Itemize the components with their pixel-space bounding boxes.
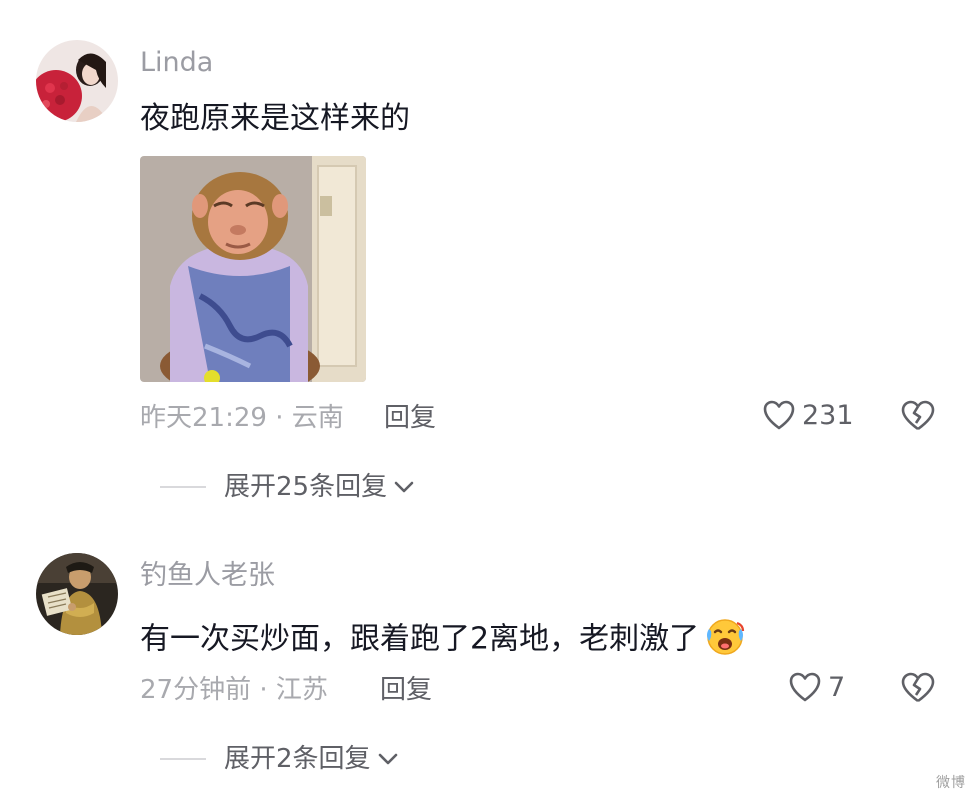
divider (160, 486, 206, 488)
comment-time: 27分钟前 (140, 675, 252, 705)
reply-button[interactable]: 回复 (380, 677, 432, 703)
comment-image[interactable] (140, 156, 366, 382)
like-button[interactable]: 7 (788, 671, 845, 703)
dislike-button[interactable] (900, 671, 936, 709)
expand-replies-label: 展开25条回复 (224, 472, 388, 502)
avatar[interactable] (36, 40, 118, 122)
comment-time: 昨天21:29 (140, 403, 267, 433)
expand-replies-label: 展开2条回复 (224, 744, 371, 774)
expand-replies-button[interactable]: 展开2条回复 (160, 746, 399, 772)
chevron-down-icon (378, 753, 397, 765)
dislike-button[interactable] (900, 399, 936, 437)
expand-replies-button[interactable]: 展开25条回复 (160, 474, 415, 500)
heart-outline-icon (789, 672, 821, 702)
broken-heart-icon (901, 400, 935, 431)
comment-location: 江苏 (275, 675, 328, 705)
meta-separator: · (275, 403, 284, 433)
meta-separator: · (259, 675, 268, 705)
comment-username[interactable]: Linda (140, 49, 213, 76)
comment-location: 云南 (291, 403, 344, 433)
like-count: 7 (828, 671, 846, 703)
like-count: 231 (802, 399, 854, 431)
comment-text: 有一次买炒面，跟着跑了2离地，老刺激了 (140, 617, 747, 663)
comment-meta: 昨天21:29 · 云南 (140, 405, 344, 431)
heart-outline-icon (763, 400, 795, 430)
broken-heart-icon (901, 672, 935, 703)
chevron-down-icon (394, 481, 414, 493)
avatar[interactable] (36, 553, 118, 635)
reply-button[interactable]: 回复 (384, 405, 436, 431)
watermark: 微博 (936, 775, 966, 791)
comment-username[interactable]: 钓鱼人老张 (140, 562, 275, 589)
comment-meta: 27分钟前 · 江苏 (140, 677, 328, 703)
comment-text: 夜跑原来是这样来的 (140, 101, 410, 136)
divider (160, 758, 206, 760)
like-button[interactable]: 231 (762, 399, 854, 431)
crying-laughing-face-emoji (703, 617, 747, 663)
comment-text-body: 有一次买炒面，跟着跑了2离地，老刺激了 (140, 621, 700, 657)
